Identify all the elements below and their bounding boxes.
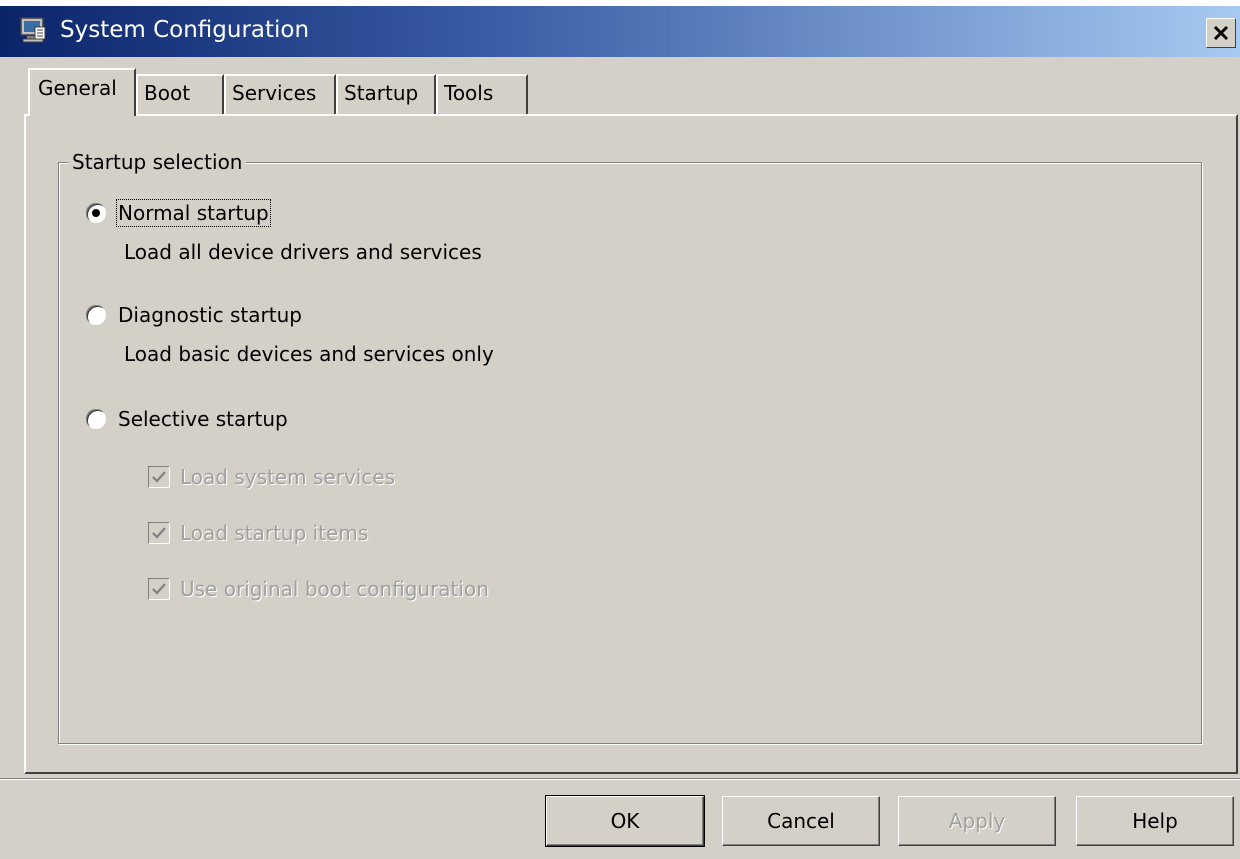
checkbox-checked-disabled[interactable] xyxy=(148,466,170,488)
radio-button[interactable] xyxy=(86,409,106,429)
ok-button[interactable]: OK xyxy=(545,795,705,847)
load-startup-items-checkbox[interactable]: Load startup items xyxy=(148,518,368,548)
help-button[interactable]: Help xyxy=(1076,796,1234,846)
check-mark-icon xyxy=(152,471,166,483)
tab-label: Boot xyxy=(144,81,191,105)
tab-tools[interactable]: Tools xyxy=(436,74,528,114)
tab-label: Startup xyxy=(344,81,419,105)
diagnostic-startup-label: Diagnostic startup xyxy=(118,303,302,327)
tab-boot[interactable]: Boot xyxy=(136,74,224,114)
normal-startup-description: Load all device drivers and services xyxy=(124,240,482,264)
radio-button[interactable] xyxy=(86,305,106,325)
use-original-boot-config-checkbox[interactable]: Use original boot configuration xyxy=(148,574,489,604)
tab-label: General xyxy=(38,76,117,100)
tab-general[interactable]: General xyxy=(28,68,136,116)
tab-startup[interactable]: Startup xyxy=(336,74,436,114)
use-original-boot-config-label: Use original boot configuration xyxy=(180,577,489,601)
msconfig-computer-icon xyxy=(18,15,48,45)
load-startup-items-label: Load startup items xyxy=(180,521,369,545)
tab-label: Tools xyxy=(444,81,494,105)
radio-button-selected[interactable] xyxy=(86,203,106,223)
normal-startup-radio[interactable]: Normal startup xyxy=(86,198,271,228)
window-title: System Configuration xyxy=(60,17,310,43)
normal-startup-label: Normal startup xyxy=(116,199,271,227)
close-icon xyxy=(1213,25,1229,41)
diagnostic-startup-radio[interactable]: Diagnostic startup xyxy=(86,300,302,330)
general-tab-panel: Startup selection Normal startup Load al… xyxy=(24,114,1238,774)
load-system-services-label: Load system services xyxy=(180,465,396,489)
selective-startup-label: Selective startup xyxy=(118,407,288,431)
diagnostic-startup-description: Load basic devices and services only xyxy=(124,342,494,366)
check-mark-icon xyxy=(152,527,166,539)
cancel-button[interactable]: Cancel xyxy=(722,796,880,846)
close-button[interactable] xyxy=(1206,18,1236,48)
button-area-divider xyxy=(0,778,1240,780)
tab-label: Services xyxy=(232,81,317,105)
check-mark-icon xyxy=(152,583,166,595)
startup-selection-label: Startup selection xyxy=(68,150,247,174)
selective-startup-radio[interactable]: Selective startup xyxy=(86,404,288,434)
tab-services[interactable]: Services xyxy=(224,74,336,114)
checkbox-checked-disabled[interactable] xyxy=(148,522,170,544)
load-system-services-checkbox[interactable]: Load system services xyxy=(148,462,395,492)
apply-button[interactable]: Apply xyxy=(898,796,1056,846)
checkbox-checked-disabled[interactable] xyxy=(148,578,170,600)
title-bar[interactable]: System Configuration xyxy=(0,6,1240,57)
